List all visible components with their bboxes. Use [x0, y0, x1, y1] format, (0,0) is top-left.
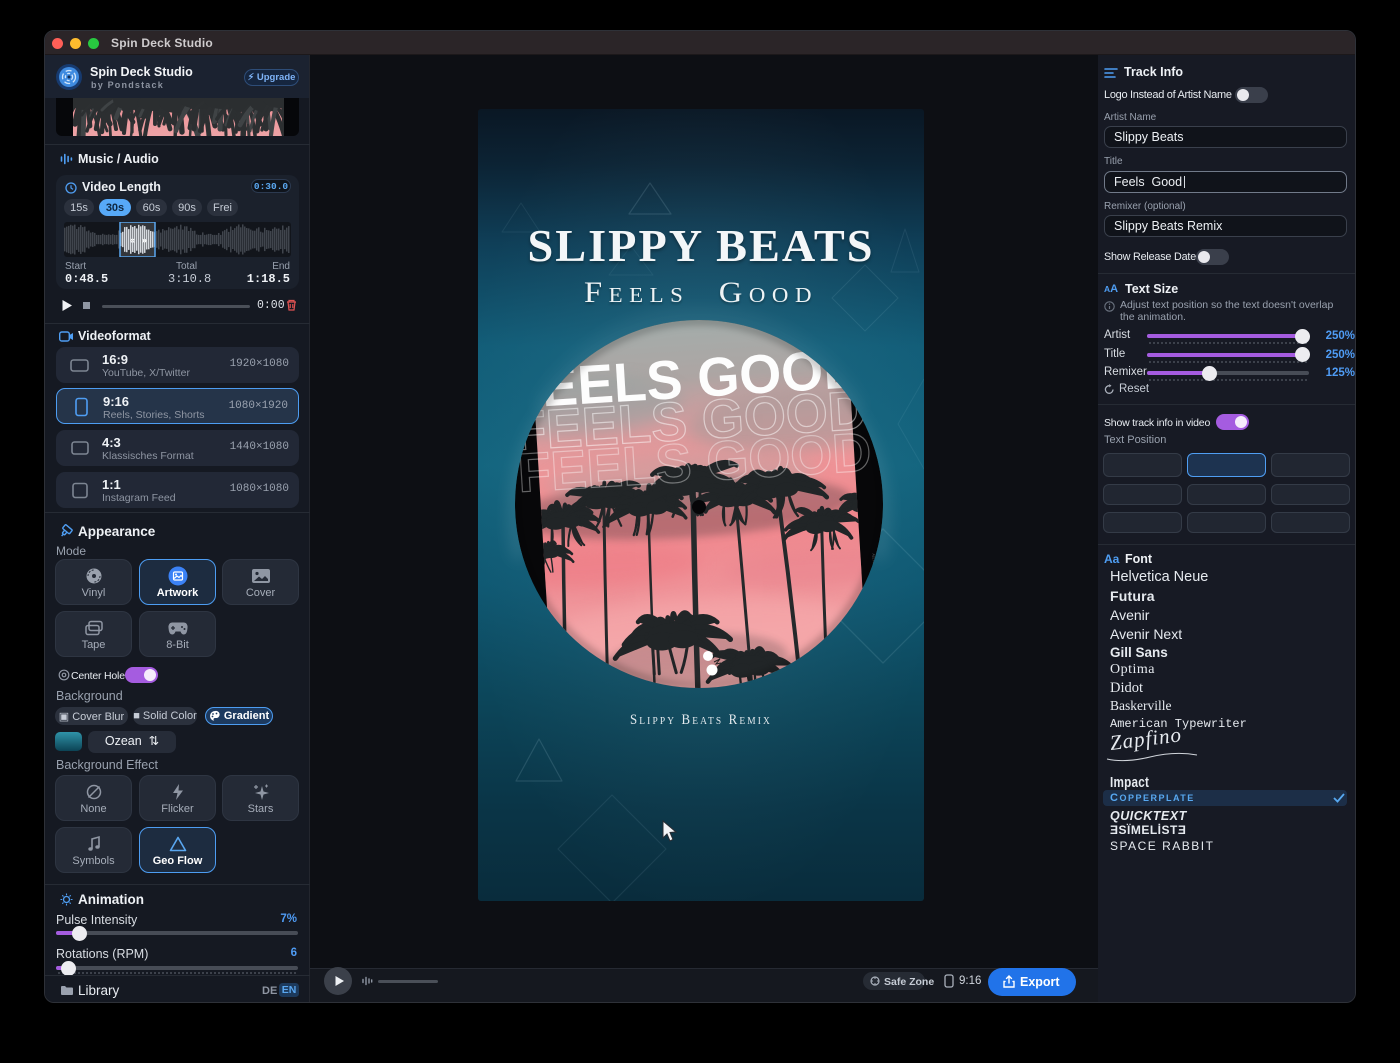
- svg-text:»: »: [142, 235, 147, 245]
- svg-text:SLIPPY BEATS: SLIPPY BEATS: [528, 220, 875, 271]
- svg-text:Slippy Beats Remix: Slippy Beats Remix: [630, 712, 772, 728]
- svg-text:Feels Good: Feels Good: [584, 276, 818, 309]
- svg-text:«: «: [130, 235, 135, 245]
